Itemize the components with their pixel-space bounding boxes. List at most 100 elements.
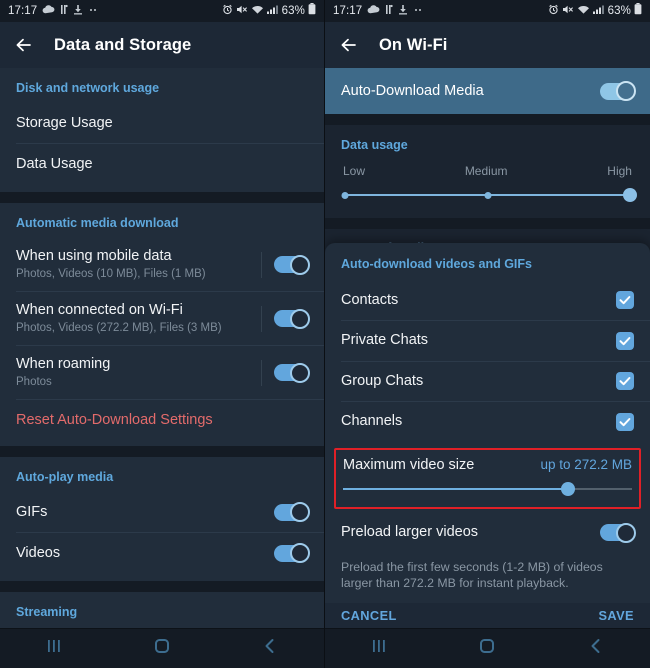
section-disk-network-usage: Disk and network usage Storage Usage Dat… [0, 68, 324, 192]
auto-download-media-row[interactable]: Auto-Download Media [325, 68, 650, 114]
toggle-mobile-data[interactable] [274, 254, 310, 275]
status-time: 17:17 [333, 5, 363, 17]
checkbox-channels[interactable] [616, 412, 634, 431]
page-title: Data and Storage [54, 35, 192, 54]
list-item-storage-usage[interactable]: Storage Usage [0, 103, 324, 143]
toggle-wifi[interactable] [274, 308, 310, 329]
divider-vertical [261, 251, 262, 278]
section-automatic-media-download: Automatic media download When using mobi… [0, 203, 324, 446]
battery-icon [308, 3, 316, 19]
dialog-actions: CANCEL SAVE [325, 602, 650, 628]
toggle-knob [290, 254, 310, 275]
status-bar-left-cluster: 17:17 [8, 4, 99, 19]
back-arrow-icon[interactable] [339, 35, 359, 55]
system-nav-bar-right [325, 628, 650, 668]
section-auto-play-media: Auto-play media GIFs Videos [0, 457, 324, 581]
row-subtitle: Photos [16, 376, 52, 388]
row-title: Group Chats [341, 372, 424, 389]
row-text: Channels [341, 403, 616, 440]
toggle-gifs[interactable] [274, 502, 310, 522]
back-arrow-icon[interactable] [14, 35, 34, 55]
wifi-icon [577, 4, 590, 19]
row-text: Videos [16, 535, 262, 572]
status-bar-left-cluster: 17:17 [333, 4, 424, 19]
data-usage-tick-labels: Low Medium High [341, 164, 634, 188]
alarm-icon [548, 4, 559, 19]
row-title: Videos [16, 544, 61, 561]
row-title: When connected on Wi-Fi [16, 302, 183, 318]
recents-icon[interactable] [45, 637, 63, 660]
slider-stop-low[interactable] [341, 191, 349, 199]
section-gap [0, 192, 324, 203]
home-icon[interactable] [478, 637, 496, 660]
section-header: Auto-play media [16, 470, 114, 484]
section-gap [325, 218, 650, 229]
row-title: Contacts [341, 291, 399, 308]
maximum-video-size-label: Maximum video size [343, 456, 475, 473]
list-item-gifs[interactable]: GIFs [0, 492, 324, 532]
auto-download-media-label: Auto-Download Media [341, 82, 484, 99]
slider-stop-medium[interactable] [484, 191, 491, 199]
dialog-item-channels[interactable]: Channels [325, 402, 650, 442]
section-header: Disk and network usage [16, 81, 160, 95]
more-icon [88, 4, 99, 19]
nav-back-icon[interactable] [261, 637, 279, 660]
battery-percent: 63% [281, 5, 305, 17]
dialog-item-group-chats[interactable]: Group Chats [325, 361, 650, 401]
music-note-icon [385, 4, 393, 19]
row-text: Private Chats [341, 322, 616, 359]
reset-auto-download-settings-button[interactable]: Reset Auto-Download Settings [0, 400, 324, 440]
row-text: When roaming Photos [16, 346, 255, 399]
row-text: GIFs [16, 494, 262, 531]
cancel-button[interactable]: CANCEL [341, 608, 397, 623]
maximum-video-size-slider[interactable] [343, 481, 632, 496]
checkbox-private-chats[interactable] [616, 331, 634, 350]
section-header: Streaming [16, 605, 78, 619]
app-bar-right: On Wi-Fi [325, 22, 650, 68]
dialog-item-contacts[interactable]: Contacts [325, 280, 650, 320]
preload-larger-videos-row[interactable]: Preload larger videos [325, 509, 650, 549]
recents-icon[interactable] [370, 637, 388, 660]
toggle-roaming[interactable] [274, 362, 310, 383]
more-icon [413, 4, 424, 19]
battery-icon [634, 3, 642, 19]
cloud-icon [367, 4, 380, 19]
divider-vertical [261, 359, 262, 386]
row-title: Storage Usage [16, 114, 113, 131]
toggle-auto-download-media[interactable] [600, 81, 636, 101]
save-button[interactable]: SAVE [599, 608, 635, 623]
tick-label-medium: Medium [464, 164, 508, 178]
cloud-icon [42, 4, 55, 19]
checkbox-group-chats[interactable] [616, 372, 634, 391]
home-icon[interactable] [153, 637, 171, 660]
status-bar-right-cluster: 63% [548, 3, 642, 19]
tick-label-low: Low [343, 164, 366, 178]
auto-download-dialog: Auto-download videos and GIFs Contacts P… [325, 243, 650, 628]
toggle-preload-larger-videos[interactable] [600, 522, 636, 543]
status-bar-right-cluster: 63% [222, 3, 316, 19]
section-gap [0, 581, 324, 592]
list-item-videos[interactable]: Videos [0, 533, 324, 573]
list-item-wifi[interactable]: When connected on Wi-Fi Photos, Videos (… [0, 292, 324, 345]
checkbox-contacts[interactable] [616, 291, 634, 309]
maximum-video-size-row[interactable]: Maximum video size up to 272.2 MB [343, 457, 632, 473]
row-title: Private Chats [341, 332, 429, 349]
section-gap [325, 114, 650, 125]
list-item-data-usage[interactable]: Data Usage [0, 144, 324, 184]
data-usage-slider[interactable] [341, 188, 637, 202]
dialog-item-private-chats[interactable]: Private Chats [325, 321, 650, 361]
slider-thumb[interactable] [561, 481, 576, 496]
list-item-mobile-data[interactable]: When using mobile data Photos, Videos (1… [0, 238, 324, 291]
section-header: Automatic media download [16, 216, 179, 230]
row-text: When using mobile data Photos, Videos (1… [16, 238, 255, 291]
list-item-roaming[interactable]: When roaming Photos [0, 346, 324, 399]
page-title: On Wi-Fi [379, 35, 448, 54]
signal-icon [592, 4, 605, 19]
music-note-icon [60, 4, 68, 19]
mute-icon [236, 4, 248, 19]
slider-thumb[interactable] [623, 188, 637, 202]
nav-back-icon[interactable] [587, 637, 605, 660]
status-time: 17:17 [8, 5, 38, 17]
row-subtitle: Photos, Videos (272.2 MB), Files (3 MB) [16, 322, 222, 334]
toggle-videos[interactable] [274, 543, 310, 563]
